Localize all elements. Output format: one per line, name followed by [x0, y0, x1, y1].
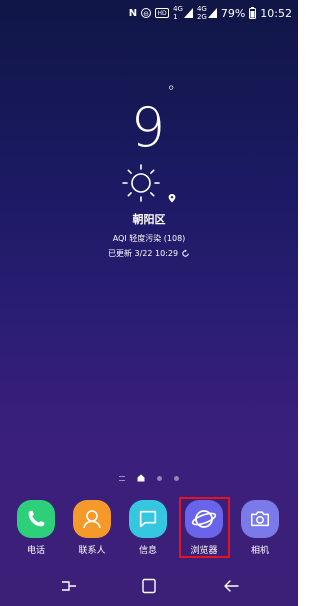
location-pin-icon — [168, 194, 175, 203]
app-phone[interactable]: 电话 — [8, 500, 64, 556]
signal-bars-icon — [183, 8, 193, 18]
page-indicator-menu — [119, 475, 125, 481]
refresh-icon[interactable] — [181, 249, 190, 258]
app-messages[interactable]: 信息 — [120, 500, 176, 556]
app-dock: 电话 联系人 信息 浏览器 相机 — [0, 500, 298, 560]
app-label: 信息 — [138, 546, 157, 556]
city-name: 朝阳区 — [132, 213, 166, 226]
page-dot — [157, 475, 162, 481]
recent-apps-icon[interactable] — [60, 578, 78, 594]
home-button-icon[interactable] — [140, 578, 158, 594]
contacts-icon[interactable] — [73, 500, 111, 538]
camera-icon[interactable] — [241, 500, 279, 538]
status-clock: 10:52 — [260, 6, 292, 20]
sunny-icon — [122, 164, 161, 202]
back-icon[interactable] — [222, 578, 240, 594]
app-camera[interactable]: 相机 — [232, 500, 288, 556]
battery-icon — [249, 7, 257, 19]
air-quality: AQI 轻度污染 (108) — [112, 234, 186, 243]
hd-icon: HD — [155, 8, 170, 18]
app-contacts[interactable]: 联系人 — [64, 500, 120, 556]
navigation-bar — [0, 566, 298, 606]
browser-highlight-box — [179, 497, 230, 558]
last-updated: 已更新 3/22 10:29 — [0, 248, 298, 259]
signal-bars-icon — [207, 8, 217, 18]
home-page-icon — [137, 474, 145, 482]
temperature: 9° — [130, 82, 176, 159]
do-not-disturb-icon: ⊖ — [141, 8, 152, 18]
nfc-icon: N — [128, 7, 138, 19]
page-indicator — [0, 474, 298, 482]
signal-2: 4G 2G — [197, 5, 217, 21]
app-label: 相机 — [250, 546, 269, 556]
home-screen: N ⊖ HD 4G 1 4G 2G 79% 10:52 9° 朝阳区 AQI 轻… — [0, 0, 298, 606]
weather-widget[interactable]: 9° 朝阳区 AQI 轻度污染 (108) 已更新 3/22 10:29 — [0, 82, 298, 259]
status-bar: N ⊖ HD 4G 1 4G 2G 79% 10:52 — [0, 0, 298, 26]
messages-icon[interactable] — [129, 500, 167, 538]
phone-icon[interactable] — [17, 500, 55, 538]
app-label: 联系人 — [78, 546, 106, 556]
signal-1: 4G 1 — [173, 5, 193, 21]
app-label: 电话 — [26, 546, 45, 556]
page-dot — [174, 475, 179, 481]
battery-percent: 79% — [220, 6, 246, 20]
